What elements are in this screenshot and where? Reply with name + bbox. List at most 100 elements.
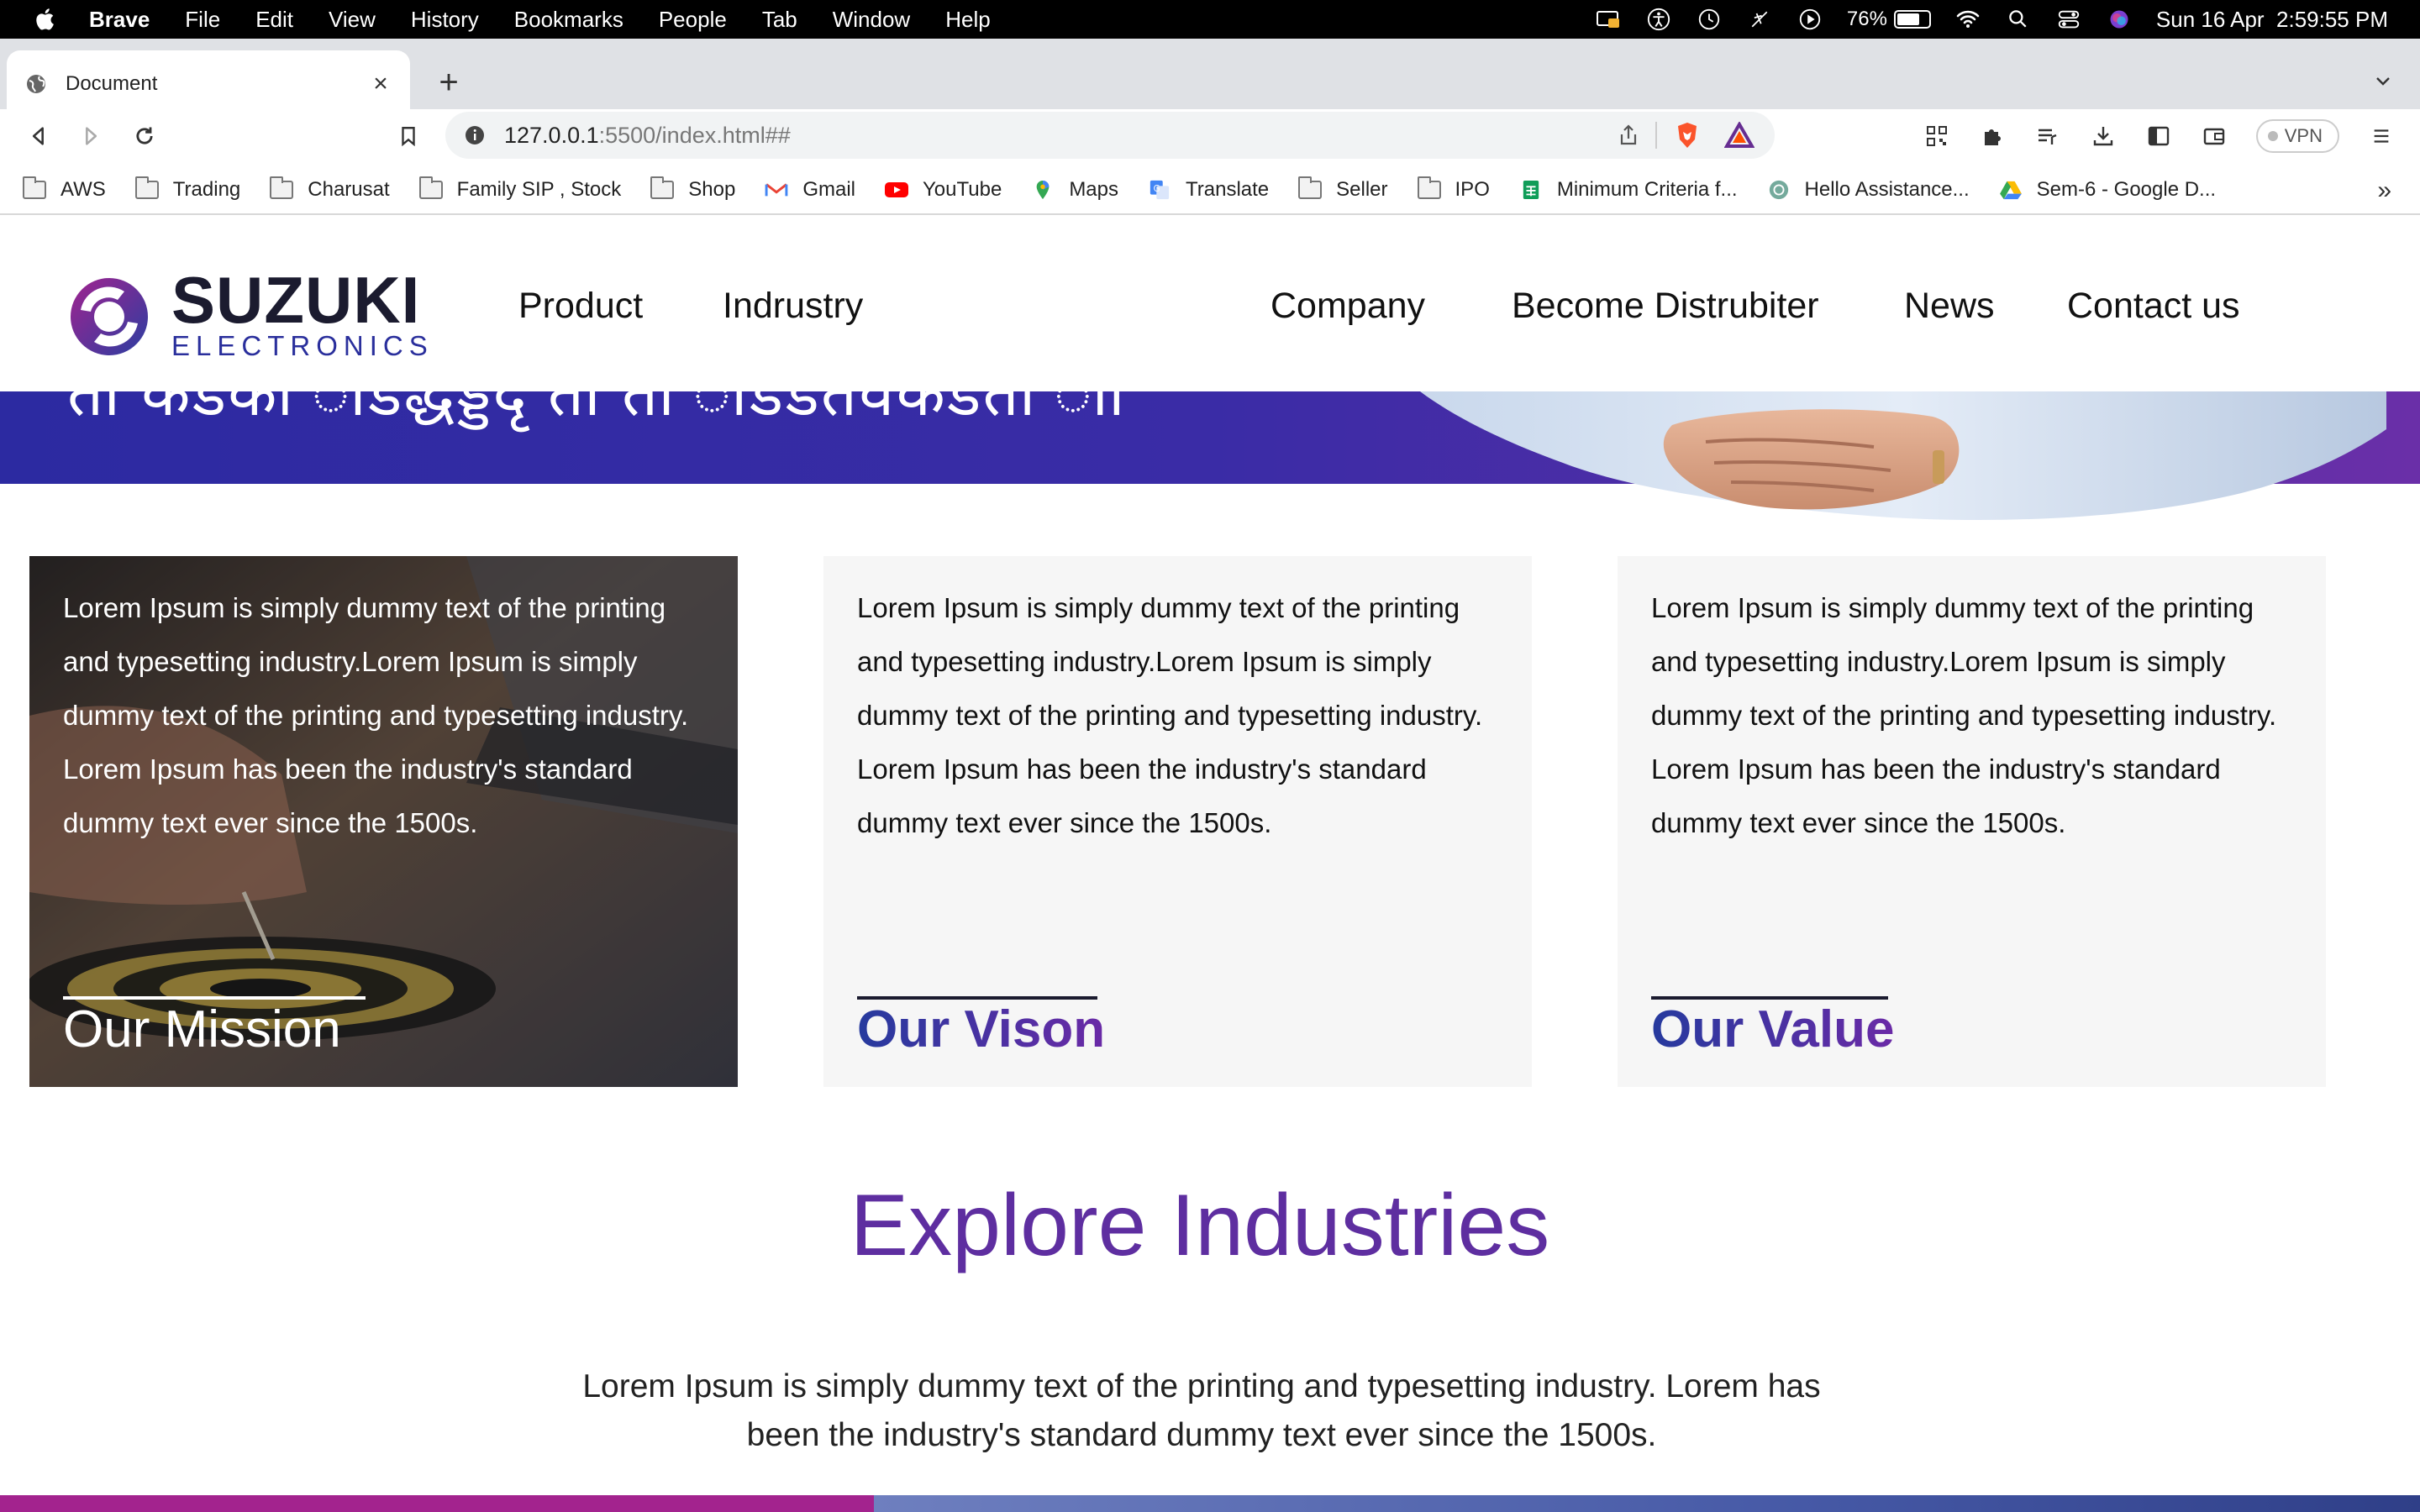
downloads-icon[interactable] [2090, 123, 2117, 150]
new-tab-button[interactable]: + [430, 64, 467, 101]
menu-bar-clock[interactable]: Sun 16 Apr 2:59:55 PM [2156, 7, 2388, 33]
tab-search-chevron-icon[interactable] [2366, 64, 2400, 97]
industry-tile-right [874, 1495, 2420, 1512]
value-card: Lorem Ipsum is simply dummy text of the … [1618, 556, 2326, 1087]
folder-icon [1297, 176, 1323, 201]
explore-industries-heading: Explore Industries [850, 1177, 1550, 1274]
menu-people[interactable]: People [659, 7, 727, 33]
bookmark-item[interactable]: Trading [134, 176, 241, 202]
menu-bookmarks[interactable]: Bookmarks [514, 7, 623, 33]
address-bar-divider [1655, 122, 1657, 149]
url-text[interactable]: 127.0.0.1:5500/index.html## [504, 123, 791, 149]
apple-logo-icon[interactable] [34, 7, 59, 32]
nav-contact-us[interactable]: Contact us [2067, 286, 2240, 327]
bookmark-label: Sem-6 - Google D... [2036, 178, 2217, 201]
menu-window[interactable]: Window [833, 7, 910, 33]
address-bar[interactable]: 127.0.0.1:5500/index.html## [445, 112, 1775, 159]
tab-close-icon[interactable]: × [370, 70, 392, 97]
bookmarks-bar: AWS Trading Charusat Family SIP , Stock Shop… [0, 166, 2420, 215]
mute-icon[interactable] [1746, 6, 1773, 33]
accessibility-icon[interactable] [1645, 6, 1672, 33]
bookmark-item[interactable]: AWS [22, 176, 106, 202]
time-machine-icon[interactable] [1696, 6, 1723, 33]
mission-text: Lorem Ipsum is simply dummy text of the … [63, 592, 689, 838]
vision-card: Lorem Ipsum is simply dummy text of the … [823, 556, 1532, 1087]
menu-help[interactable]: Help [945, 7, 990, 33]
bookmark-item[interactable]: Hello Assistance... [1766, 178, 1970, 202]
logo-wordmark: SUZUKI ELECTRONICS [171, 267, 434, 363]
bookmark-item[interactable]: Charusat [269, 176, 390, 202]
wallet-icon[interactable] [2201, 123, 2228, 150]
toolbar-actions: VPN [1923, 118, 2395, 155]
bookmark-item[interactable]: G Translate [1147, 178, 1269, 202]
sidebar-toggle-icon[interactable] [2145, 123, 2172, 150]
playlist-icon[interactable] [2034, 123, 2061, 150]
svg-text:G: G [1154, 185, 1160, 194]
nav-industry[interactable]: Indrustry [723, 286, 863, 327]
bookmark-label: Family SIP , Stock [456, 178, 622, 201]
forward-button[interactable] [72, 118, 109, 155]
bookmark-label: Translate [1186, 178, 1270, 201]
maps-icon [1030, 179, 1055, 201]
bookmark-label: YouTube [923, 178, 1002, 201]
menu-app-name[interactable]: Brave [89, 7, 150, 33]
browser-tab-active[interactable]: Document × [7, 50, 410, 118]
spotlight-search-icon[interactable] [2005, 6, 2032, 33]
share-icon[interactable] [1617, 123, 1640, 147]
bookmark-item[interactable]: Maps [1030, 178, 1118, 202]
back-button[interactable] [20, 118, 57, 155]
site-info-icon[interactable] [464, 124, 486, 146]
menu-view[interactable]: View [329, 7, 376, 33]
screen-share-icon[interactable] [1595, 6, 1622, 33]
bookmark-item[interactable]: Minimum Criteria f... [1518, 178, 1738, 202]
bookmark-label: Trading [172, 178, 241, 201]
hero-heading-partial: ता कडका ाडद्धैड्डेदृ ता ता ाडडतवकडता ाा [67, 391, 1127, 429]
bookmark-item[interactable]: Seller [1297, 176, 1388, 202]
bookmark-item[interactable]: Gmail [764, 178, 855, 202]
bookmark-item[interactable]: Family SIP , Stock [418, 176, 622, 202]
nav-become-distributor[interactable]: Become Distrubiter [1512, 286, 1819, 327]
bookmark-item[interactable]: YouTube [884, 178, 1002, 202]
menu-bar-status-area: 76% Sun 16 Apr 2:59:55 PM [1595, 0, 2388, 39]
bookmark-label: Gmail [802, 178, 855, 201]
menu-history[interactable]: History [411, 7, 479, 33]
siri-icon[interactable] [2106, 6, 2133, 33]
nav-company[interactable]: Company [1270, 286, 1425, 327]
folder-icon [134, 176, 160, 201]
reload-button[interactable] [126, 118, 163, 155]
suzuki-logo[interactable]: SUZUKI ELECTRONICS [66, 267, 434, 363]
folder-icon [269, 176, 294, 201]
youtube-icon [884, 179, 909, 201]
extensions-puzzle-icon[interactable] [1979, 123, 2006, 150]
vision-text: Lorem Ipsum is simply dummy text of the … [857, 592, 1483, 838]
nav-news[interactable]: News [1904, 286, 1995, 327]
sheets-icon [1518, 179, 1544, 201]
play-icon[interactable] [1797, 6, 1823, 33]
vpn-label: VPN [2284, 125, 2323, 146]
battery-indicator[interactable]: 76% [1847, 8, 1931, 31]
value-title: Our Value [1651, 1000, 1895, 1058]
bookmark-item[interactable]: Sem-6 - Google D... [1998, 178, 2216, 202]
brave-rewards-icon[interactable] [1723, 120, 1755, 149]
menu-file[interactable]: File [185, 7, 220, 33]
folder-icon [1417, 176, 1442, 201]
wifi-icon[interactable] [1954, 6, 1981, 33]
bookmark-page-icon[interactable] [390, 118, 427, 155]
vpn-button[interactable]: VPN [2255, 119, 2339, 153]
industry-tile-left [0, 1495, 874, 1512]
qr-code-icon[interactable] [1923, 123, 1950, 150]
bookmark-item[interactable]: Shop [650, 176, 735, 202]
folder-icon [650, 176, 675, 201]
brave-shields-icon[interactable] [1672, 120, 1702, 150]
menu-tab[interactable]: Tab [762, 7, 797, 33]
menu-edit[interactable]: Edit [255, 7, 293, 33]
folder-icon [22, 176, 47, 201]
bookmark-item[interactable]: IPO [1417, 176, 1490, 202]
control-center-icon[interactable] [2055, 6, 2082, 33]
nav-product[interactable]: Product [518, 286, 643, 327]
tab-title: Document [66, 72, 158, 95]
main-menu-icon[interactable] [2368, 123, 2395, 150]
mission-card: Lorem Ipsum is simply dummy text of the … [29, 556, 738, 1087]
bookmarks-overflow-icon[interactable]: » [2377, 176, 2391, 205]
bookmark-label: Charusat [308, 178, 390, 201]
